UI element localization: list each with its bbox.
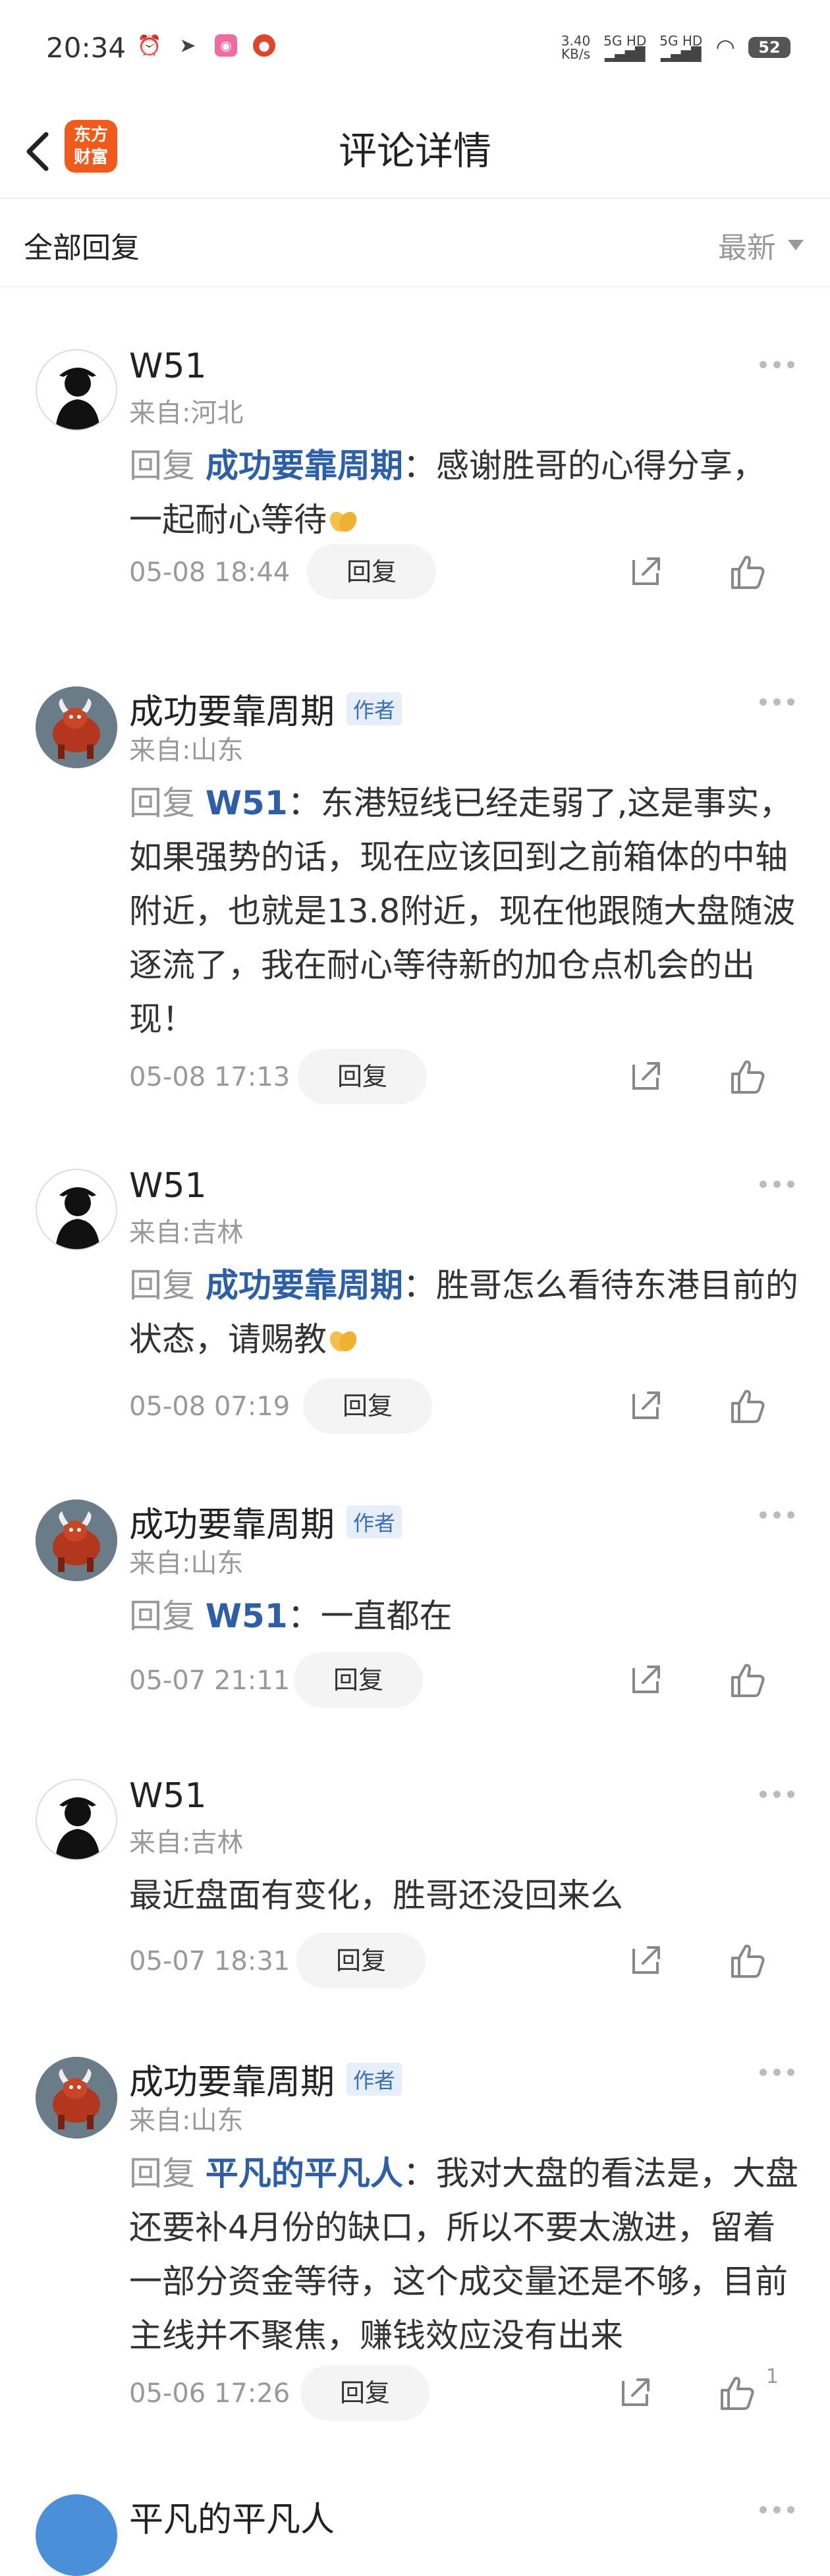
thumbs-up-icon[interactable] (727, 1660, 767, 1700)
comment-footer: 05-06 17:26 回复 1 (129, 2365, 801, 2422)
user-location: 来自:山东 (129, 735, 244, 766)
comment-footer: 05-07 18:31 回复 (129, 1933, 801, 1990)
comment-footer: 05-08 07:19 回复 (129, 1378, 801, 1435)
share-icon[interactable] (627, 1387, 664, 1424)
alarm-icon: ⏰ (137, 34, 162, 57)
reply-mention[interactable]: W51 (206, 1597, 288, 1635)
more-dots-icon[interactable] (760, 361, 794, 368)
comment-date: 05-06 17:26 (129, 2378, 290, 2409)
more-dots-icon[interactable] (760, 1791, 794, 1798)
thumbs-up-icon[interactable] (717, 2373, 756, 2413)
share-icon[interactable] (627, 1058, 664, 1095)
comment-text: 回复 W51：一直都在 (129, 1597, 453, 1635)
section-header: 全部回复 最新 (0, 198, 830, 287)
caret-down-icon (788, 240, 804, 250)
avatar[interactable] (36, 1169, 117, 1250)
avatar[interactable] (36, 1779, 117, 1861)
comment-date: 05-08 17:13 (129, 1062, 290, 1092)
reply-button[interactable]: 回复 (296, 1933, 426, 1988)
avatar[interactable] (36, 686, 117, 768)
signal-2: 5G HD ▂▄▆█ (659, 33, 703, 62)
status-right: 3.40 KB/s 5G HD ▂▄▆█ 5G HD ▂▄▆█ ◠ 52 (561, 34, 790, 61)
more-dots-icon[interactable] (760, 2506, 794, 2513)
more-dots-icon[interactable] (760, 698, 794, 706)
thumbs-up-icon[interactable] (727, 552, 767, 592)
section-title: 全部回复 (24, 231, 140, 265)
reply-mention[interactable]: 成功要靠周期 (206, 447, 403, 485)
more-dots-icon[interactable] (760, 1181, 794, 1188)
reply-mention[interactable]: 成功要靠周期 (206, 1266, 403, 1304)
avatar[interactable] (36, 2057, 117, 2139)
sort-dropdown[interactable]: 最新 (718, 224, 804, 266)
share-icon[interactable] (617, 2374, 653, 2411)
comment-date: 05-07 21:11 (129, 1666, 290, 1696)
comment-text: 回复 成功要靠周期：感谢胜哥的心得分享， 一起耐心等待 (129, 447, 765, 539)
user-location: 来自:山东 (129, 2106, 244, 2136)
comment-text: 最近盘面有变化，胜哥还没回来么 (129, 1876, 623, 1915)
username[interactable]: 成功要靠周期 作者 (129, 684, 402, 733)
app-icon-pink: ◉ (215, 34, 237, 57)
battery-indicator: 52 (748, 37, 790, 58)
comment-footer: 05-08 17:13 回复 (129, 1049, 801, 1106)
comment-date: 05-08 18:44 (129, 557, 290, 588)
thumbs-up-icon[interactable] (727, 1941, 767, 1980)
more-dots-icon[interactable] (760, 2069, 794, 2076)
avatar[interactable] (36, 1499, 117, 1581)
like-count: 1 (765, 2365, 779, 2388)
author-badge: 作者 (346, 2062, 402, 2096)
reply-button[interactable]: 回复 (303, 1378, 432, 1434)
status-time: 20:34 (46, 32, 126, 64)
reply-mention[interactable]: 平凡的平凡人 (206, 2154, 403, 2193)
comment-footer: 05-08 18:44 回复 (129, 544, 801, 601)
send-icon: ➤ (179, 34, 196, 57)
comment-text: 回复 W51：东港短线已经走弱了,这是事实，如果强势的话，现在应该回到之前箱体的… (129, 784, 796, 1038)
nav-bar: 东方 财富 评论详情 (0, 105, 830, 199)
wifi-icon: ◠ (715, 34, 735, 61)
status-app-icons: ⏰ ➤ ◉ ● (137, 34, 275, 57)
avatar[interactable] (36, 349, 117, 431)
status-bar: 20:34 ⏰ ➤ ◉ ● 3.40 KB/s 5G HD ▂▄▆█ 5G HD ▂▄… (0, 0, 830, 105)
reply-mention[interactable]: W51 (206, 784, 288, 822)
user-location: 来自:河北 (129, 398, 244, 428)
username[interactable]: 平凡的平凡人 (129, 2492, 335, 2541)
signal-1: 5G HD ▂▄▆█ (603, 33, 647, 62)
reply-button[interactable]: 回复 (307, 544, 436, 600)
page-title: 评论详情 (338, 128, 491, 173)
share-icon[interactable] (627, 1942, 664, 1979)
user-location: 来自:吉林 (129, 1828, 244, 1858)
avatar[interactable] (36, 2494, 117, 2576)
username[interactable]: W51 (129, 1166, 207, 1206)
comment-text: 回复 平凡的平凡人：我对大盘的看法是，大盘还要补4月份的缺口，所以不要太激进，留… (129, 2154, 798, 2355)
username[interactable]: 成功要靠周期 作者 (129, 1497, 402, 1546)
reply-button[interactable]: 回复 (300, 2365, 429, 2421)
reply-button[interactable]: 回复 (298, 1049, 427, 1104)
user-location: 来自:吉林 (129, 1218, 244, 1248)
user-location: 来自:山东 (129, 1548, 244, 1579)
sort-label: 最新 (718, 231, 776, 265)
author-badge: 作者 (346, 692, 402, 725)
more-dots-icon[interactable] (760, 1511, 794, 1519)
username[interactable]: 成功要靠周期 作者 (129, 2054, 402, 2104)
app-icon-red: ● (253, 34, 275, 57)
comment-text: 回复 成功要靠周期：胜哥怎么看待东港目前的状态，请赐教 (129, 1266, 798, 1358)
thumbs-up-icon[interactable] (727, 1386, 767, 1426)
username[interactable]: W51 (129, 347, 207, 386)
comment-footer: 05-07 21:11 回复 (129, 1652, 801, 1709)
network-speed: 3.40 KB/s (561, 33, 591, 62)
comment-date: 05-07 18:31 (129, 1946, 290, 1976)
author-badge: 作者 (346, 1505, 402, 1538)
praying-hands-emoji (327, 1328, 360, 1353)
comment-date: 05-08 07:19 (129, 1391, 290, 1422)
username[interactable]: W51 (129, 1776, 207, 1816)
praying-hands-emoji (327, 509, 360, 534)
share-icon[interactable] (627, 1662, 664, 1698)
thumbs-up-icon[interactable] (727, 1057, 767, 1096)
share-icon[interactable] (627, 553, 664, 590)
reply-button[interactable]: 回复 (294, 1652, 423, 1708)
